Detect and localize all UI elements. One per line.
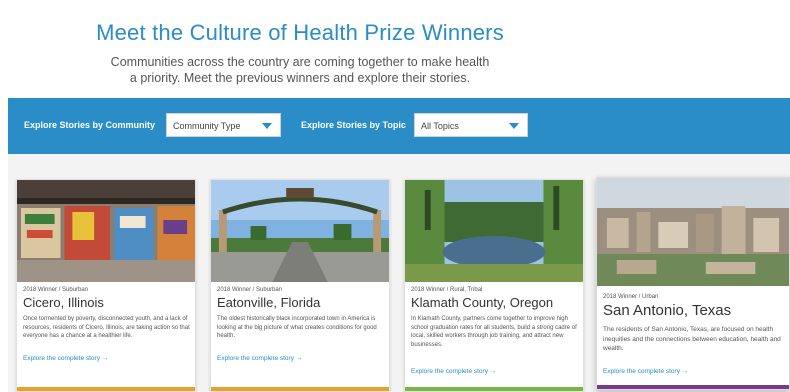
story-card-klamath-county[interactable]: 2018 Winner / Rural, Tribal Klamath Coun…	[404, 179, 584, 392]
card-meta: 2018 Winner / Rural, Tribal	[411, 287, 483, 293]
story-card-cicero[interactable]: 2018 Winner / Suburban Cicero, Illinois …	[16, 179, 196, 392]
explore-story-link[interactable]: Explore the complete story →	[23, 355, 108, 362]
card-description: The oldest historically black incorporat…	[217, 316, 377, 339]
filter-bar: Explore Stories by Community Community T…	[8, 98, 790, 154]
topic-select[interactable]: All Topics	[414, 113, 528, 137]
story-card-san-antonio[interactable]: 2018 Winner / Urban San Antonio, Texas T…	[596, 177, 790, 390]
card-city: Klamath County, Oregon	[411, 295, 554, 310]
card-meta: 2018 Winner / Suburban	[23, 287, 89, 293]
topic-filter-label: Explore Stories by Topic	[301, 120, 406, 130]
card-city: San Antonio, Texas	[603, 302, 732, 319]
card-image-town-arch	[211, 180, 389, 282]
explore-story-link[interactable]: Explore the complete story →	[411, 368, 496, 375]
community-type-value: Community Type	[173, 121, 241, 131]
community-type-select[interactable]: Community Type	[166, 113, 281, 137]
card-accent-bar	[405, 387, 583, 391]
card-accent-bar	[211, 387, 389, 391]
card-image-lake	[405, 180, 583, 282]
card-meta: 2018 Winner / Suburban	[217, 287, 283, 293]
page-subtitle: Communities across the country are comin…	[0, 54, 600, 86]
community-filter-label: Explore Stories by Community	[24, 120, 156, 130]
card-description: In Klamath County, partners come togethe…	[411, 316, 577, 348]
explore-story-link[interactable]: Explore the complete story →	[603, 368, 688, 375]
card-image-mural	[17, 180, 195, 282]
page-title: Meet the Culture of Health Prize Winners	[96, 20, 504, 45]
card-description: Once tormented by poverty, disconnected …	[23, 316, 190, 339]
subtitle-line-2: a priority. Meet the previous winners an…	[129, 71, 471, 85]
card-city: Cicero, Illinois	[23, 295, 104, 310]
chevron-down-icon	[509, 123, 519, 129]
explore-story-link[interactable]: Explore the complete story →	[217, 355, 302, 362]
card-image-city-skyline	[597, 178, 789, 286]
card-meta: 2018 Winner / Urban	[603, 294, 659, 300]
subtitle-line-1: Communities across the country are comin…	[110, 55, 490, 69]
card-description: The residents of San Antonio, Texas, are…	[603, 326, 781, 352]
topic-value: All Topics	[421, 121, 459, 131]
page-header: Meet the Culture of Health Prize Winners…	[0, 0, 790, 98]
chevron-down-icon	[262, 123, 272, 129]
card-city: Eatonville, Florida	[217, 295, 321, 310]
card-accent-bar	[597, 385, 789, 389]
story-card-eatonville[interactable]: 2018 Winner / Suburban Eatonville, Flori…	[210, 179, 390, 392]
card-accent-bar	[17, 387, 195, 391]
